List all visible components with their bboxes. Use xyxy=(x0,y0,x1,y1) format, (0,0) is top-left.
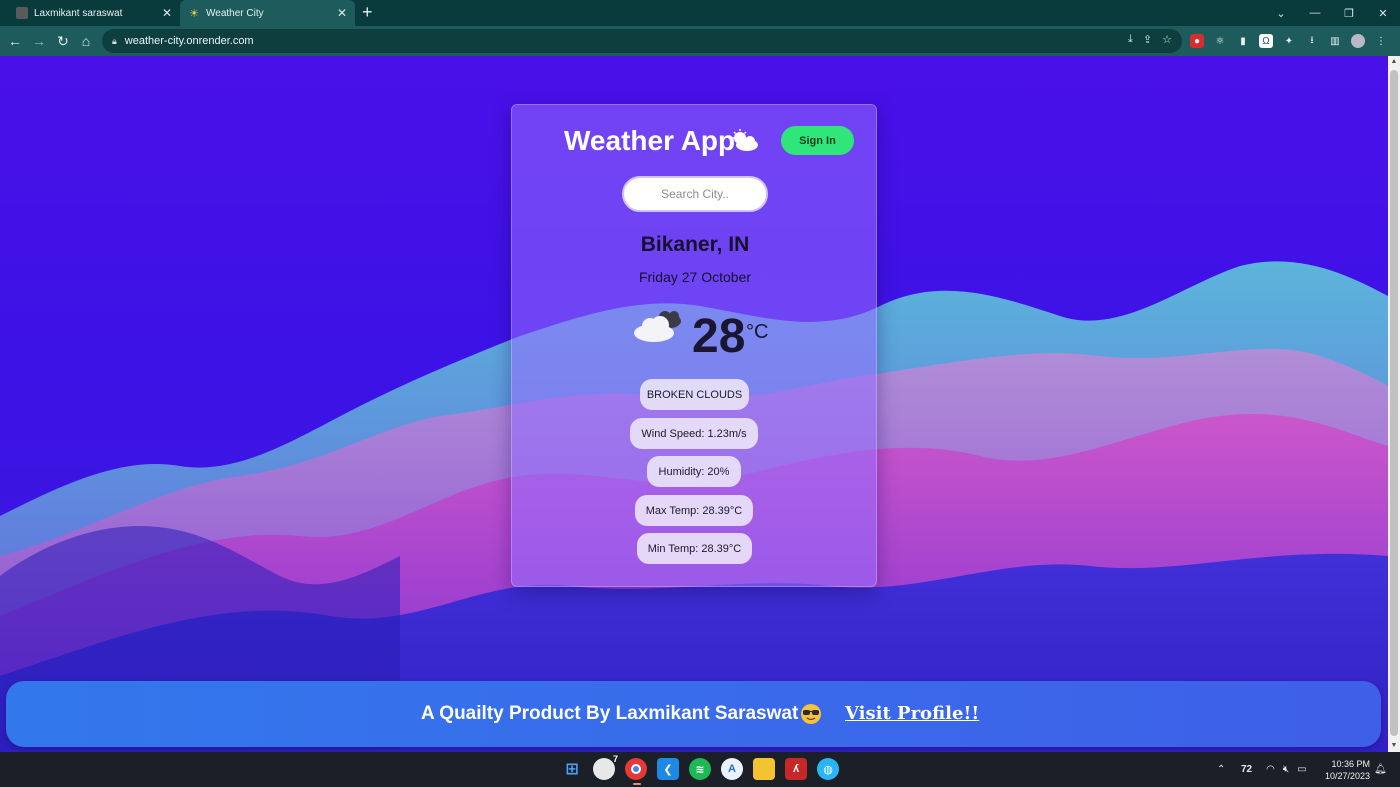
system-tray: ⌃ 72 ◠ 🔇︎ ▭ xyxy=(1217,752,1307,787)
humidity-badge: Humidity: 20% xyxy=(647,456,741,487)
side-panel-icon[interactable]: ▥ xyxy=(1328,34,1342,48)
search-city-input[interactable] xyxy=(622,176,768,212)
windows-taskbar: ⊞ 7 ❮ ≋ A ʎ ◍ ⌃ 72 ◠ 🔇︎ ▭ 10:36 PM 10/27… xyxy=(0,752,1400,787)
puzzle-extensions-icon[interactable]: ✦ xyxy=(1282,34,1296,48)
min-temp-badge: Min Temp: 28.39°C xyxy=(637,533,752,564)
tab-close-icon[interactable]: ✕ xyxy=(337,6,347,20)
tab-title: Laxmikant saraswat xyxy=(34,7,123,19)
install-icon[interactable]: ⤓ xyxy=(1128,33,1133,46)
downloads-icon[interactable]: ⭳ xyxy=(1305,34,1319,48)
file-explorer-icon[interactable] xyxy=(753,758,775,780)
app-title: Weather App xyxy=(564,125,736,156)
notifications-bell-icon[interactable]: 🔔︎ xyxy=(1374,752,1387,787)
browser-tab-bar: Laxmikant saraswat ✕ ☀ Weather City ✕ + … xyxy=(0,0,1400,26)
start-windows-icon[interactable]: ⊞ xyxy=(561,758,583,780)
extension-gray-icon[interactable]: ▮ xyxy=(1236,34,1250,48)
chrome-icon[interactable] xyxy=(625,758,647,780)
window-controls: ⌄ — ❐ ✕ xyxy=(1264,0,1400,26)
whatsapp-icon[interactable]: 7 xyxy=(593,754,618,780)
taskbar-clock[interactable]: 10:36 PM 10/27/2023 xyxy=(1325,758,1370,782)
url-text: weather-city.onrender.com xyxy=(124,35,254,47)
acrobat-icon[interactable]: ʎ xyxy=(785,758,807,780)
cloud-sun-icon xyxy=(732,129,758,151)
page-scrollbar[interactable]: ▲ ▼ xyxy=(1388,56,1400,752)
page-viewport: Weather App Sign In Bikaner, IN Friday 2… xyxy=(0,56,1388,752)
tab-weather-city[interactable]: ☀ Weather City ✕ xyxy=(180,0,355,26)
profile-avatar[interactable] xyxy=(1351,34,1365,48)
address-bar[interactable]: 🔒︎ weather-city.onrender.com ⤓ ⇪ ☆ xyxy=(102,29,1182,53)
wifi-icon[interactable]: ◠ xyxy=(1266,764,1275,775)
home-icon[interactable]: ⌂ xyxy=(77,32,95,50)
sun-favicon-icon: ☀ xyxy=(189,7,199,20)
weather-card: Weather App Sign In Bikaner, IN Friday 2… xyxy=(511,104,877,587)
wind-speed-badge: Wind Speed: 1.23m/s xyxy=(630,418,758,449)
browser-toolbar: ← → ↻ ⌂ 🔒︎ weather-city.onrender.com ⤓ ⇪… xyxy=(0,26,1400,56)
new-tab-icon[interactable]: + xyxy=(362,2,373,22)
globe-app-icon[interactable]: ◍ xyxy=(817,758,839,780)
menu-kebab-icon[interactable]: ⋮ xyxy=(1374,34,1388,48)
visit-profile-link[interactable]: Visit Profile!! xyxy=(845,703,979,724)
app-store-icon[interactable]: A xyxy=(721,758,743,780)
extension-omega-icon[interactable]: Ω xyxy=(1259,34,1273,48)
sunglasses-emoji-icon xyxy=(801,704,821,724)
vscode-icon[interactable]: ❮ xyxy=(657,758,679,780)
bookmark-star-icon[interactable]: ☆ xyxy=(1162,33,1172,46)
profile-favicon-icon xyxy=(16,7,28,19)
sign-in-button[interactable]: Sign In xyxy=(781,126,854,155)
react-devtools-icon[interactable]: ⚛ xyxy=(1213,34,1227,48)
reload-icon[interactable]: ↻ xyxy=(54,32,72,50)
tab-laxmikant[interactable]: Laxmikant saraswat ✕ xyxy=(8,0,180,26)
footer-banner: A Quailty Product By Laxmikant Saraswat … xyxy=(6,681,1381,747)
spotify-icon[interactable]: ≋ xyxy=(689,758,711,780)
tray-temperature: 72 xyxy=(1241,764,1253,775)
weather-condition-badge: BROKEN CLOUDS xyxy=(640,379,749,410)
forward-icon[interactable]: → xyxy=(30,32,48,50)
share-icon[interactable]: ⇪ xyxy=(1143,33,1152,46)
tray-chevron-icon[interactable]: ⌃ xyxy=(1217,764,1231,775)
mute-speaker-icon[interactable]: 🔇︎ xyxy=(1283,764,1289,775)
current-date: Friday 27 October xyxy=(638,269,752,285)
back-icon[interactable]: ← xyxy=(6,32,24,50)
clock-date: 10/27/2023 xyxy=(1324,771,1370,781)
footer-credit-text: A Quailty Product By Laxmikant Saraswat xyxy=(421,703,799,724)
temperature-unit: °C xyxy=(746,321,769,343)
tab-search-icon[interactable]: ⌄ xyxy=(1264,7,1298,20)
city-name: Bikaner, IN xyxy=(640,233,750,256)
scrollbar-thumb[interactable] xyxy=(1390,70,1398,736)
broken-clouds-icon xyxy=(634,311,681,342)
minimize-icon[interactable]: — xyxy=(1298,7,1332,19)
notification-badge: 7 xyxy=(612,754,618,764)
max-temp-badge: Max Temp: 28.39°C xyxy=(635,495,753,526)
omnibox-actions: ⤓ ⇪ ☆ xyxy=(1128,33,1172,46)
temperature-value: 28 xyxy=(692,310,746,363)
extension-red-icon[interactable]: ● xyxy=(1190,34,1204,48)
clock-time: 10:36 PM xyxy=(1331,759,1370,769)
extensions-bar: ● ⚛ ▮ Ω ✦ ⭳ ▥ ⋮ xyxy=(1190,32,1388,50)
scroll-up-icon[interactable]: ▲ xyxy=(1388,58,1400,65)
restore-icon[interactable]: ❐ xyxy=(1332,7,1366,20)
tab-title: Weather City xyxy=(206,7,264,19)
battery-icon[interactable]: ▭ xyxy=(1297,764,1306,775)
active-app-indicator xyxy=(633,783,641,785)
scroll-down-icon[interactable]: ▼ xyxy=(1388,742,1400,749)
tab-close-icon[interactable]: ✕ xyxy=(162,6,172,20)
lock-icon: 🔒︎ xyxy=(112,35,117,46)
close-window-icon[interactable]: ✕ xyxy=(1366,7,1400,20)
